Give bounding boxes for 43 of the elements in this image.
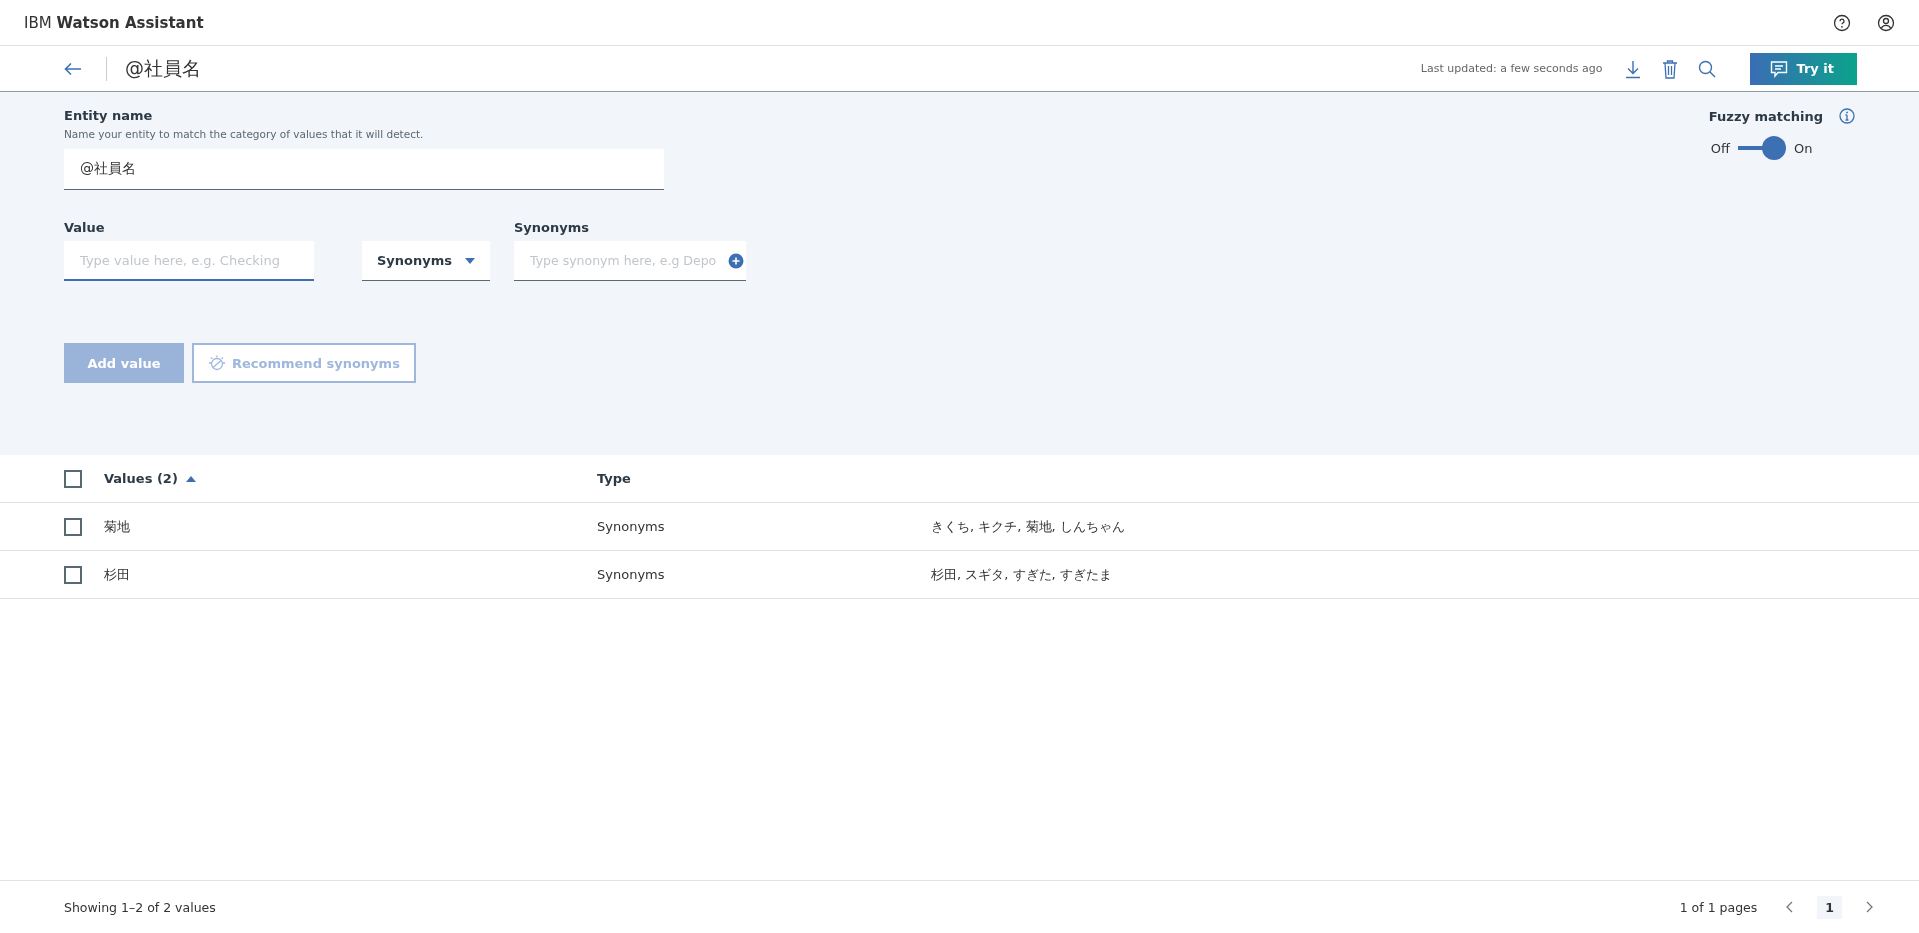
- toggle-off-label: Off: [1710, 140, 1731, 156]
- type-cell: Synonyms: [597, 519, 665, 534]
- last-updated-text: Last updated: a few seconds ago: [1420, 62, 1603, 75]
- page-number[interactable]: 1: [1817, 895, 1842, 919]
- entity-title: @社員名: [125, 55, 201, 81]
- chat-icon: [1770, 59, 1789, 78]
- synonyms-cell: 杉田, スギタ, すぎた, すぎたま: [931, 565, 1112, 584]
- search-icon[interactable]: [1698, 59, 1717, 78]
- toggle-on-label: On: [1794, 140, 1813, 156]
- app-title: IBM Watson Assistant: [24, 13, 204, 32]
- entity-name-hint: Name your entity to match the category of values that it will detect.: [64, 128, 425, 140]
- info-icon[interactable]: [1839, 108, 1855, 124]
- value-field[interactable]: Type value here, e.g. Checking: [64, 241, 314, 281]
- showing-count: Showing 1–2 of 2 values: [64, 899, 216, 915]
- back-arrow-icon[interactable]: [64, 61, 82, 76]
- value-cell[interactable]: 菊地: [104, 517, 130, 536]
- caret-icon: [465, 257, 475, 264]
- column-header: Type: [597, 471, 631, 486]
- add-icon[interactable]: [728, 253, 744, 269]
- fuzzy-matching-label: Fuzzy matching: [1708, 108, 1823, 124]
- synonym-field[interactable]: Type synonym here, e.g Depo: [514, 241, 746, 281]
- type-cell: Synonyms: [597, 567, 665, 582]
- checkbox[interactable]: [64, 469, 82, 488]
- entity-name-field[interactable]: @社員名: [64, 149, 664, 190]
- trash-icon[interactable]: [1662, 58, 1679, 79]
- synonyms-label: Synonyms: [514, 220, 591, 235]
- synonyms-cell: きくち, キクチ, 菊地, しんちゃん: [931, 517, 1125, 536]
- value-cell[interactable]: 杉田: [104, 565, 130, 584]
- value-label: Value: [64, 220, 106, 235]
- page-count: 1 of 1 pages: [1679, 899, 1758, 915]
- type-dropdown[interactable]: Synonyms: [362, 241, 490, 281]
- fuzzy-matching-toggle[interactable]: [1738, 136, 1787, 160]
- checkbox[interactable]: [64, 517, 82, 536]
- sort-ascending-icon[interactable]: [185, 475, 196, 482]
- entity-name-label: Entity name: [64, 108, 154, 123]
- next-page-icon[interactable]: [1866, 901, 1874, 913]
- user-icon[interactable]: [1877, 13, 1895, 32]
- previous-page-icon[interactable]: [1785, 901, 1794, 913]
- help-icon[interactable]: [1833, 13, 1851, 32]
- download-icon[interactable]: [1624, 58, 1643, 79]
- column-header[interactable]: Values (2): [104, 471, 178, 486]
- checkbox[interactable]: [64, 565, 82, 584]
- try-it-button[interactable]: Try it: [1750, 52, 1857, 85]
